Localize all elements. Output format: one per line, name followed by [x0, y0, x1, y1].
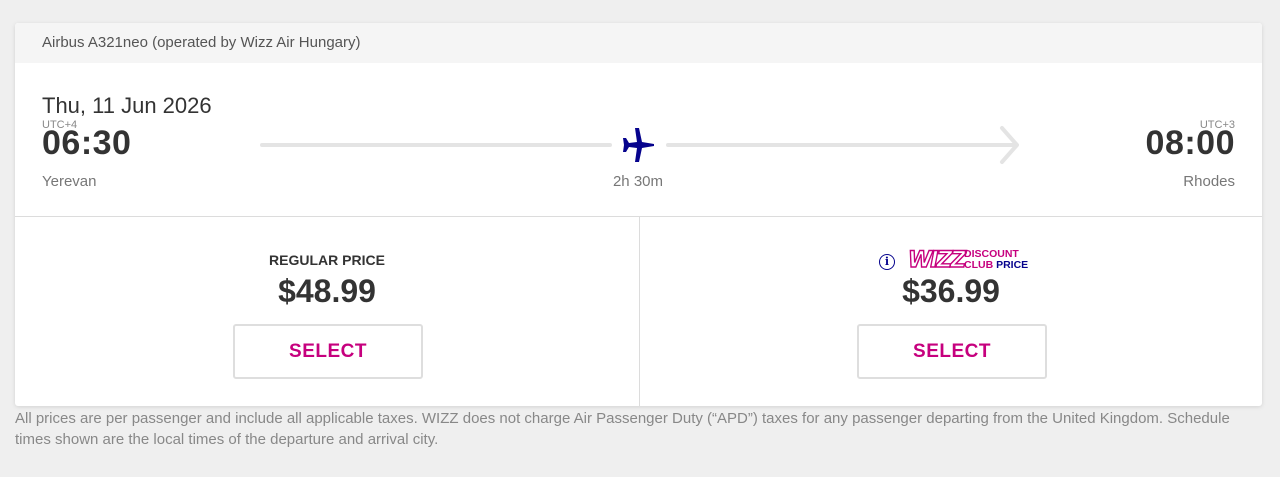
- flight-date: Thu, 11 Jun 2026: [42, 93, 212, 118]
- price-disclaimer: All prices are per passenger and include…: [15, 410, 1230, 448]
- select-discount-button[interactable]: SELECT: [857, 324, 1047, 379]
- route-line-left: [260, 143, 612, 147]
- select-regular-button[interactable]: SELECT: [233, 324, 423, 379]
- flight-duration: 2h 30m: [612, 173, 664, 190]
- price-label: PRICE: [996, 259, 1029, 271]
- wizz-logo: WIZZ: [907, 247, 967, 273]
- club-price-label: CLUB PRICE: [964, 260, 1028, 271]
- club-label: CLUB: [964, 259, 994, 271]
- departure-time: 06:30: [42, 124, 132, 162]
- route-line-right: [666, 143, 1018, 147]
- departure-city: Yerevan: [42, 173, 97, 190]
- discount-price-value: $36.99: [902, 273, 1000, 309]
- regular-price-value: $48.99: [278, 273, 376, 309]
- fare-divider: [639, 217, 640, 406]
- aircraft-info: Airbus A321neo (operated by Wizz Air Hun…: [15, 23, 1262, 63]
- route-arrow-icon: [1000, 126, 1019, 164]
- flight-card: Airbus A321neo (operated by Wizz Air Hun…: [15, 23, 1262, 406]
- info-icon[interactable]: i: [879, 254, 895, 270]
- arrival-city: Rhodes: [1183, 173, 1235, 190]
- arrival-time: 08:00: [1145, 124, 1235, 162]
- regular-price-label: REGULAR PRICE: [269, 252, 385, 268]
- plane-icon: [623, 128, 654, 162]
